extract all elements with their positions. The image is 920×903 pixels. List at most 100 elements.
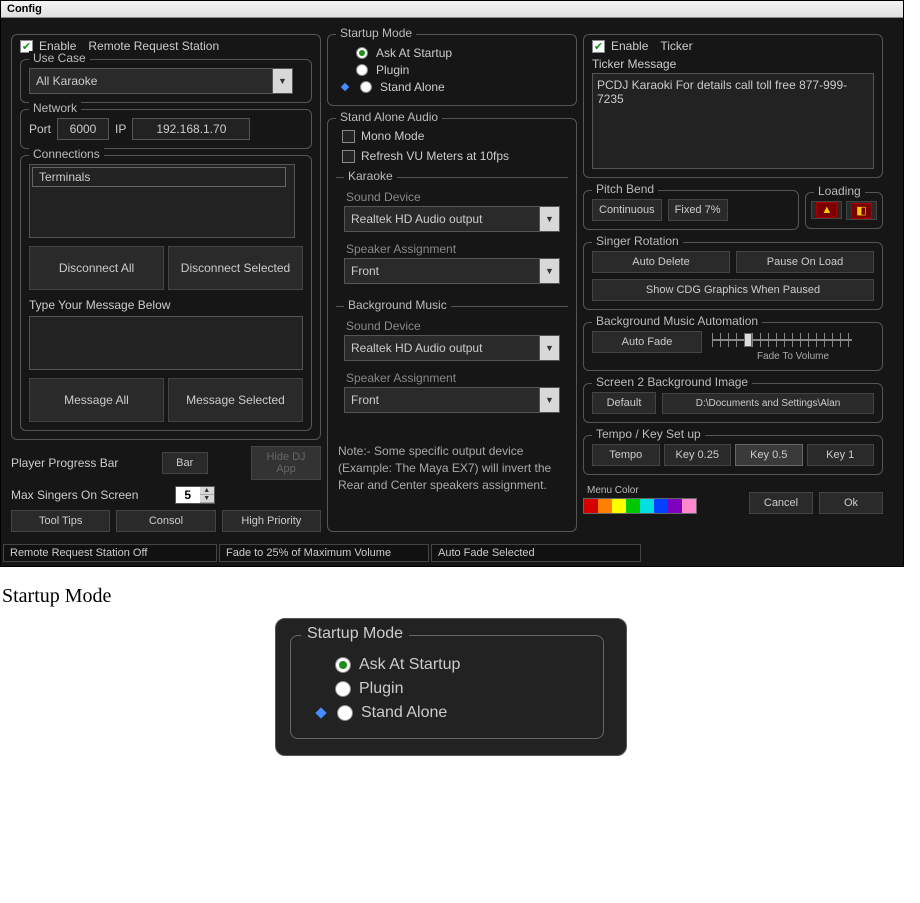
startup-standalone-radio[interactable]: Stand Alone <box>336 80 568 94</box>
connections-title: Connections <box>29 147 104 161</box>
menu-color-palette[interactable] <box>583 498 697 514</box>
color-swatch[interactable] <box>682 499 696 513</box>
max-singers-spinner[interactable]: 5 ▲▼ <box>175 486 215 504</box>
key-025-button[interactable]: Key 0.25 <box>664 444 732 466</box>
pitch-fixed-button[interactable]: Fixed 7% <box>668 199 728 221</box>
color-swatch[interactable] <box>626 499 640 513</box>
ip-label: IP <box>115 122 126 136</box>
column-middle: Startup Mode Ask At Startup Plugin Stand… <box>327 28 577 532</box>
bgm-speaker-label: Speaker Assignment <box>346 371 560 385</box>
loading-icon-1-button[interactable]: ▲ <box>811 201 842 219</box>
warning-icon: ▲ <box>816 202 837 218</box>
window-title: Config <box>1 1 903 18</box>
loading-icon-2-button[interactable]: ◧ <box>846 201 876 220</box>
color-swatch[interactable] <box>584 499 598 513</box>
ip-input[interactable] <box>132 118 250 140</box>
fade-volume-slider[interactable] <box>712 331 852 349</box>
message-input[interactable] <box>29 316 303 370</box>
checkbox-icon <box>342 130 355 143</box>
startup-mode-enlarged-title: Startup Mode <box>301 625 409 643</box>
cancel-button[interactable]: Cancel <box>749 492 813 514</box>
tool-tips-button[interactable]: Tool Tips <box>11 510 110 532</box>
ticker-msg-label: Ticker Message <box>592 57 874 71</box>
color-swatch[interactable] <box>668 499 682 513</box>
auto-delete-button[interactable]: Auto Delete <box>592 251 730 273</box>
mono-mode-checkbox[interactable]: Mono Mode <box>342 129 424 143</box>
chevron-down-icon: ▼ <box>539 207 559 231</box>
ok-button[interactable]: Ok <box>819 492 883 514</box>
sound-device-label: Sound Device <box>346 190 560 204</box>
chevron-down-icon: ▼ <box>539 259 559 283</box>
tempo-key-title: Tempo / Key Set up <box>592 427 705 441</box>
bgm-subgroup: Background Music Sound Device Realtek HD… <box>336 306 568 421</box>
color-swatch[interactable] <box>612 499 626 513</box>
diamond-marker-icon <box>341 83 349 91</box>
fade-caption: Fade To Volume <box>712 351 874 362</box>
port-label: Port <box>29 122 51 136</box>
screen2-default-button[interactable]: Default <box>592 392 656 414</box>
spinner-up-icon[interactable]: ▲ <box>200 487 214 495</box>
screen2-title: Screen 2 Background Image <box>592 375 752 389</box>
bgm-sound-device-select[interactable]: Realtek HD Audio output ▼ <box>344 335 560 361</box>
startup-ask-radio[interactable]: Ask At Startup <box>336 46 568 60</box>
key-05-button[interactable]: Key 0.5 <box>735 444 803 466</box>
refresh-vu-label: Refresh VU Meters at 10fps <box>361 149 509 163</box>
max-singers-value: 5 <box>176 487 200 503</box>
pause-on-load-button[interactable]: Pause On Load <box>736 251 874 273</box>
refresh-vu-checkbox[interactable]: Refresh VU Meters at 10fps <box>342 149 509 163</box>
message-all-button[interactable]: Message All <box>29 378 164 422</box>
disconnect-all-button[interactable]: Disconnect All <box>29 246 164 290</box>
auto-fade-button[interactable]: Auto Fade <box>592 331 702 353</box>
use-case-select[interactable]: All Karaoke ▼ <box>29 68 293 94</box>
spinner-down-icon[interactable]: ▼ <box>200 495 214 503</box>
chevron-down-icon: ▼ <box>272 69 292 93</box>
stand-alone-audio-group: Stand Alone Audio Mono Mode Refresh VU M… <box>327 118 577 532</box>
color-swatch[interactable] <box>640 499 654 513</box>
enlarged-ask-label: Ask At Startup <box>359 656 460 674</box>
port-input[interactable] <box>57 118 109 140</box>
list-item[interactable]: Terminals <box>32 167 286 187</box>
message-selected-button[interactable]: Message Selected <box>168 378 303 422</box>
bar-button[interactable]: Bar <box>162 452 208 474</box>
color-swatch[interactable] <box>598 499 612 513</box>
consol-button[interactable]: Consol <box>116 510 215 532</box>
startup-plugin-radio[interactable]: Plugin <box>336 63 568 77</box>
status-bar: Remote Request Station Off Fade to 25% o… <box>1 542 903 566</box>
startup-mode-enlarged: Startup Mode Ask At Startup Plugin Stand… <box>275 618 627 756</box>
pitch-continuous-button[interactable]: Continuous <box>592 199 662 221</box>
karaoke-sound-device-select[interactable]: Realtek HD Audio output ▼ <box>344 206 560 232</box>
hide-dj-button[interactable]: Hide DJ App <box>251 446 321 480</box>
karaoke-subgroup: Karaoke Sound Device Realtek HD Audio ou… <box>336 177 568 292</box>
karaoke-speaker-select[interactable]: Front ▼ <box>344 258 560 284</box>
enlarged-plugin-label: Plugin <box>359 680 403 698</box>
karaoke-sound-device-value: Realtek HD Audio output <box>345 212 539 226</box>
key-1-button[interactable]: Key 1 <box>807 444 875 466</box>
startup-plugin-label: Plugin <box>376 63 409 77</box>
singer-rotation-title: Singer Rotation <box>592 234 683 248</box>
startup-mode-enlarged-group: Startup Mode Ask At Startup Plugin Stand… <box>290 635 604 739</box>
ticker-msg-input[interactable]: PCDJ Karaoki For details call toll free … <box>592 73 874 169</box>
enlarged-standalone-label: Stand Alone <box>361 704 447 722</box>
bottom-toggles-row: Tool Tips Consol High Priority <box>11 510 321 532</box>
use-case-group: Use Case All Karaoke ▼ <box>20 59 312 103</box>
enlarged-plugin-radio[interactable]: Plugin <box>307 680 587 698</box>
karaoke-speaker-value: Front <box>345 264 539 278</box>
status-cell: Remote Request Station Off <box>3 544 217 562</box>
remote-title: Remote Request Station <box>88 39 219 53</box>
screen2-path-button[interactable]: D:\Documents and Settings\Alan <box>662 393 874 414</box>
startup-mode-title: Startup Mode <box>336 26 416 40</box>
chevron-down-icon: ▼ <box>539 336 559 360</box>
enlarged-ask-radio[interactable]: Ask At Startup <box>307 656 587 674</box>
color-swatch[interactable] <box>654 499 668 513</box>
bgm-speaker-select[interactable]: Front ▼ <box>344 387 560 413</box>
player-progress-label: Player Progress Bar <box>11 456 118 470</box>
high-priority-button[interactable]: High Priority <box>222 510 321 532</box>
connections-listbox[interactable]: Terminals <box>29 164 295 238</box>
enlarged-standalone-radio[interactable]: Stand Alone <box>307 704 587 722</box>
connections-group: Connections Terminals Disconnect All Dis… <box>20 155 312 431</box>
ticker-enable-checkbox[interactable]: Enable <box>592 39 648 53</box>
show-cdg-button[interactable]: Show CDG Graphics When Paused <box>592 279 874 301</box>
stand-alone-audio-title: Stand Alone Audio <box>336 110 442 124</box>
disconnect-selected-button[interactable]: Disconnect Selected <box>168 246 303 290</box>
tempo-button[interactable]: Tempo <box>592 444 660 466</box>
